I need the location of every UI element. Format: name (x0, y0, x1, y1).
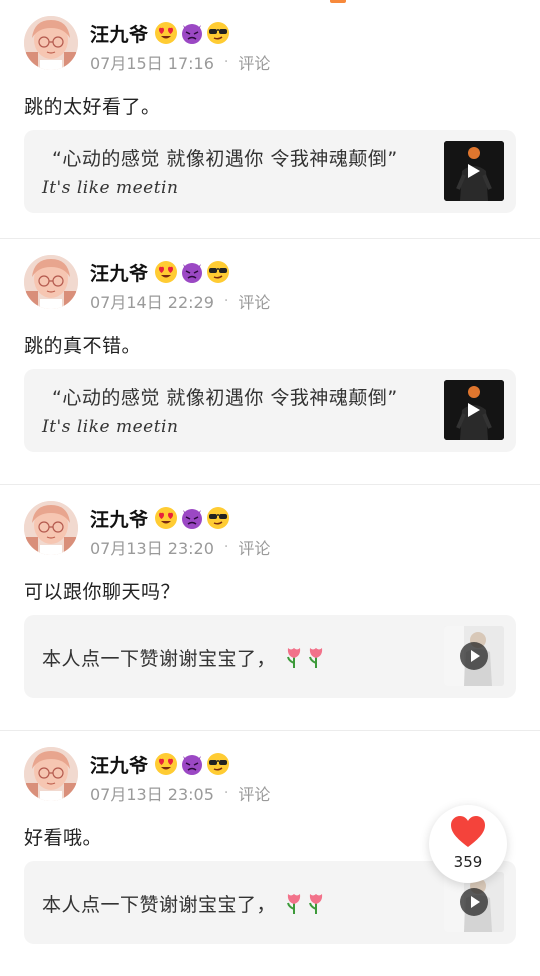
feed-item: 汪九爷 (0, 485, 540, 731)
meta-separator: · (223, 785, 229, 801)
tulip-emoji-icon (308, 894, 322, 914)
video-card-title: “心动的感觉 就像初遇你 令我神魂颠倒” (52, 148, 398, 170)
video-card-subtitle: It's like meetin (42, 417, 179, 437)
play-icon (460, 888, 488, 916)
heart-icon (451, 816, 485, 847)
heart-eyes-emoji-icon (155, 753, 177, 775)
devil-emoji-icon (182, 24, 202, 44)
avatar[interactable] (24, 747, 78, 801)
devil-emoji-icon (182, 263, 202, 283)
like-button[interactable]: 359 (429, 805, 507, 883)
comment-link[interactable]: 评论 (238, 50, 270, 74)
video-card-subtitle: It's like meetin (42, 178, 179, 198)
sunglasses-emoji-icon (207, 22, 229, 44)
post-date: 07月13日 23:05 (90, 785, 214, 804)
user-name[interactable]: 汪九爷 (90, 505, 149, 532)
video-thumbnail[interactable] (444, 626, 504, 686)
video-card-title-text: 本人点一下赞谢谢宝宝了， (42, 894, 277, 916)
user-name[interactable]: 汪九爷 (90, 20, 149, 47)
video-card[interactable]: 本人点一下赞谢谢宝宝了， (24, 615, 516, 698)
user-badge-emojis (154, 260, 230, 284)
user-name[interactable]: 汪九爷 (90, 751, 149, 778)
heart-eyes-emoji-icon (155, 507, 177, 529)
like-count: 359 (453, 853, 483, 871)
user-name[interactable]: 汪九爷 (90, 259, 149, 286)
post-content: 可以跟你聊天吗？ (24, 581, 181, 603)
comment-link[interactable]: 评论 (238, 289, 270, 313)
post-meta: 07月13日 23:20 · 评论 (90, 535, 270, 559)
post-date: 07月13日 23:20 (90, 539, 214, 558)
avatar[interactable] (24, 16, 78, 70)
avatar[interactable] (24, 255, 78, 309)
sunglasses-emoji-icon (207, 507, 229, 529)
devil-emoji-icon (182, 509, 202, 529)
video-thumbnail[interactable] (444, 141, 504, 201)
avatar[interactable] (24, 501, 78, 555)
video-card-title: 本人点一下赞谢谢宝宝了， (42, 644, 327, 671)
post-content: 跳的真不错。 (24, 335, 142, 357)
video-card-title-text: 本人点一下赞谢谢宝宝了， (42, 648, 277, 670)
tulip-emoji-icon (286, 648, 300, 668)
devil-emoji-icon (182, 755, 202, 775)
user-badge-emojis (154, 752, 230, 776)
user-badge-emojis (154, 21, 230, 45)
user-badge-emojis (154, 506, 230, 530)
tulip-emoji-icon (308, 648, 322, 668)
post-content: 好看哦。 (24, 827, 103, 849)
play-icon (460, 642, 488, 670)
play-icon (468, 403, 480, 417)
video-card[interactable]: “心动的感觉 就像初遇你 令我神魂颠倒” It's like meetin (24, 369, 516, 452)
post-date: 07月14日 22:29 (90, 293, 214, 312)
video-card-title: 本人点一下赞谢谢宝宝了， (42, 890, 327, 917)
heart-eyes-emoji-icon (155, 261, 177, 283)
post-content: 跳的太好看了。 (24, 96, 161, 118)
heart-eyes-emoji-icon (155, 22, 177, 44)
meta-separator: · (223, 54, 229, 70)
post-meta: 07月13日 23:05 · 评论 (90, 781, 270, 805)
feed-item: 汪九爷 (0, 0, 540, 239)
video-card[interactable]: “心动的感觉 就像初遇你 令我神魂颠倒” It's like meetin (24, 130, 516, 213)
sunglasses-emoji-icon (207, 261, 229, 283)
tulip-emoji-icon (286, 894, 300, 914)
comment-link[interactable]: 评论 (238, 781, 270, 805)
post-meta: 07月15日 17:16 · 评论 (90, 50, 270, 74)
sunglasses-emoji-icon (207, 753, 229, 775)
video-thumbnail[interactable] (444, 380, 504, 440)
post-date: 07月15日 17:16 (90, 54, 214, 73)
meta-separator: · (223, 293, 229, 309)
feed-item: 汪九爷 (0, 239, 540, 485)
video-card-title: “心动的感觉 就像初遇你 令我神魂颠倒” (52, 387, 398, 409)
meta-separator: · (223, 539, 229, 555)
post-meta: 07月14日 22:29 · 评论 (90, 289, 270, 313)
comment-link[interactable]: 评论 (238, 535, 270, 559)
play-icon (468, 164, 480, 178)
